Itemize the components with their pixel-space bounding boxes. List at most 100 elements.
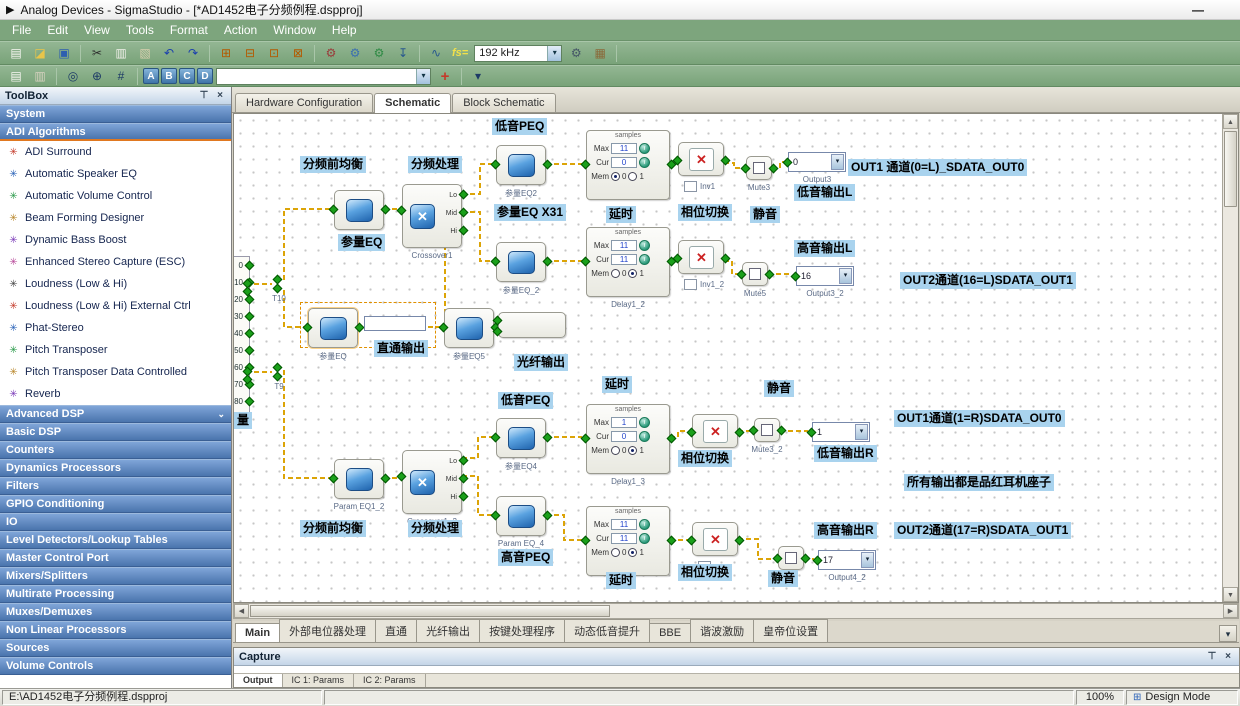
toolbox-section-system[interactable]: System bbox=[0, 105, 231, 123]
toolbox-section-muxes-demuxes[interactable]: Muxes/Demuxes bbox=[0, 603, 231, 621]
toolbox-item-enhanced-stereo-capture-esc[interactable]: ✳Enhanced Stereo Capture (ESC) bbox=[0, 251, 231, 273]
delay-cur-value[interactable]: 11 bbox=[611, 254, 637, 265]
info-icon[interactable]: i bbox=[639, 143, 650, 154]
tee-junction[interactable]: T9 bbox=[274, 364, 284, 382]
delay-block[interactable]: samplesMax1iCur0iMem01Delay1_3 bbox=[586, 404, 670, 474]
output-channel-select[interactable]: 17▾Output4_2 bbox=[818, 550, 876, 570]
settings-icon[interactable]: ⚙ bbox=[565, 44, 587, 63]
pin-panel-icon[interactable]: ⊤ bbox=[1206, 651, 1218, 662]
toolbox-section-advanced-dsp[interactable]: Advanced DSP⌄ bbox=[0, 405, 231, 423]
save-project-icon[interactable]: ▣ bbox=[53, 44, 75, 63]
toolbox-section-adi-algorithms[interactable]: ADI Algorithms bbox=[0, 123, 231, 141]
schematic-label[interactable]: OUT1 通道(0=L)_SDATA_OUT0 bbox=[848, 159, 1027, 176]
capture-tab-ic-1-params[interactable]: IC 1: Params bbox=[283, 674, 355, 687]
mem-radio-0[interactable] bbox=[611, 548, 620, 557]
schematic-label[interactable]: OUT2通道(17=R)SDATA_OUT1 bbox=[894, 522, 1071, 539]
toolbox-item-pitch-transposer[interactable]: ✳Pitch Transposer bbox=[0, 339, 231, 361]
menu-item-file[interactable]: File bbox=[4, 21, 39, 39]
new-schematic-icon[interactable]: ▤ bbox=[5, 67, 27, 86]
close-panel-icon[interactable]: × bbox=[214, 90, 226, 101]
tab-schematic[interactable]: Schematic bbox=[374, 93, 451, 113]
schematic-label[interactable]: 分频前均衡 bbox=[300, 156, 366, 173]
tab-hardware-configuration[interactable]: Hardware Configuration bbox=[235, 93, 373, 112]
sheet-tab-item-7[interactable]: 谐波激励 bbox=[690, 619, 754, 642]
block-filter-select[interactable]: ▾ bbox=[216, 68, 431, 85]
capture-tab-ic-2-params[interactable]: IC 2: Params bbox=[354, 674, 426, 687]
dropdown-arrow-icon[interactable]: ▾ bbox=[839, 268, 852, 284]
menu-item-window[interactable]: Window bbox=[265, 21, 324, 39]
delay-max-value[interactable]: 11 bbox=[611, 143, 637, 154]
toolbox-item-loudness-low-hi-external-ctrl[interactable]: ✳Loudness (Low & Hi) External Ctrl bbox=[0, 295, 231, 317]
toolbox-section-volume-controls[interactable]: Volume Controls bbox=[0, 657, 231, 675]
info-icon[interactable]: i bbox=[639, 254, 650, 265]
menu-item-tools[interactable]: Tools bbox=[118, 21, 162, 39]
info-icon[interactable]: i bbox=[639, 240, 650, 251]
toolbox-item-automatic-volume-control[interactable]: ✳Automatic Volume Control bbox=[0, 185, 231, 207]
output-channel-select[interactable]: 16▾Output3_2 bbox=[796, 266, 854, 286]
dropdown-arrow-icon[interactable]: ▾ bbox=[831, 154, 844, 170]
sheet-tab-item-5[interactable]: 动态低音提升 bbox=[564, 619, 650, 642]
scroll-left-icon[interactable]: ◀ bbox=[234, 604, 249, 618]
crossover-block[interactable]: ✕LoMidHiCrossover1 bbox=[402, 184, 462, 248]
capture-panel-icon[interactable]: ⊠ bbox=[287, 44, 309, 63]
eq-block[interactable]: 参量EQ_2 bbox=[496, 242, 546, 282]
schematic-drawing-area[interactable]: 低音PEQ分频前均衡分频处理参量EQ X31延时相位切换静音低音输出LOUT1 … bbox=[234, 114, 1222, 602]
wire[interactable] bbox=[284, 209, 330, 280]
open-project-icon[interactable]: ◪ bbox=[29, 44, 51, 63]
toolbox-item-adi-surround[interactable]: ✳ADI Surround bbox=[0, 141, 231, 163]
eq-block[interactable]: Param EQ_4 bbox=[496, 496, 546, 536]
phase-invert-block[interactable]: ✕Inv1 bbox=[678, 142, 724, 176]
sample-rate-select[interactable]: 192 kHz▾ bbox=[474, 45, 562, 62]
paste-icon[interactable]: ▧ bbox=[134, 44, 156, 63]
toolbox-panel-icon[interactable]: ⊞ bbox=[215, 44, 237, 63]
info-icon[interactable]: i bbox=[639, 417, 650, 428]
capture-tab-output[interactable]: Output bbox=[234, 674, 283, 687]
dropdown-arrow-icon[interactable]: ▾ bbox=[855, 424, 868, 440]
toolbox-item-automatic-speaker-eq[interactable]: ✳Automatic Speaker EQ bbox=[0, 163, 231, 185]
phase-invert-block[interactable]: ✕Inv1_2 bbox=[678, 240, 724, 274]
schematic-label[interactable]: 低音PEQ bbox=[492, 118, 547, 135]
vertical-scrollbar-thumb[interactable] bbox=[1224, 131, 1237, 207]
schematic-label[interactable]: 相位切换 bbox=[678, 450, 732, 467]
eq-block[interactable]: 参量EQ4 bbox=[496, 418, 546, 458]
schematic-label[interactable]: 低音输出R bbox=[814, 445, 877, 462]
more-dropdown-icon[interactable]: ▾ bbox=[467, 67, 489, 86]
toolbox-item-dynamic-bass-boost[interactable]: ✳Dynamic Bass Boost bbox=[0, 229, 231, 251]
wire[interactable] bbox=[462, 437, 492, 458]
schematic-label[interactable]: 低音PEQ bbox=[498, 392, 553, 409]
sheet-tab-item-4[interactable]: 按键处理程序 bbox=[479, 619, 565, 642]
probe-icon[interactable]: ∿ bbox=[425, 44, 447, 63]
optical-out-block[interactable] bbox=[498, 312, 566, 338]
schematic-label[interactable]: 量 bbox=[234, 412, 252, 429]
toolbox-section-sources[interactable]: Sources bbox=[0, 639, 231, 657]
wire-text-box[interactable] bbox=[364, 316, 426, 331]
tab-list-dropdown-icon[interactable]: ▾ bbox=[1219, 625, 1237, 642]
sheet-tab-item-3[interactable]: 光纤输出 bbox=[416, 619, 480, 642]
schematic-label[interactable]: 延时 bbox=[606, 572, 636, 589]
schematic-label[interactable]: 延时 bbox=[606, 206, 636, 223]
tee-junction[interactable]: T10 bbox=[274, 276, 284, 294]
toolbox-section-filters[interactable]: Filters bbox=[0, 477, 231, 495]
info-icon[interactable]: i bbox=[639, 519, 650, 530]
toolbox-item-beam-forming-designer[interactable]: ✳Beam Forming Designer bbox=[0, 207, 231, 229]
export-system-files-icon[interactable]: ↧ bbox=[392, 44, 414, 63]
delay-cur-value[interactable]: 11 bbox=[611, 533, 637, 544]
eq-block[interactable]: 参量EQ5 bbox=[444, 308, 494, 348]
delay-max-value[interactable]: 1 bbox=[611, 417, 637, 428]
delay-cur-value[interactable]: 0 bbox=[611, 157, 637, 168]
wire[interactable] bbox=[724, 261, 738, 274]
mem-radio-0[interactable] bbox=[611, 172, 620, 181]
mem-radio-0[interactable] bbox=[611, 269, 620, 278]
schematic-label[interactable]: 分频处理 bbox=[408, 156, 462, 173]
schematic-label[interactable]: 延时 bbox=[602, 376, 632, 393]
schematic-label[interactable]: OUT2通道(16=L)SDATA_OUT1 bbox=[900, 272, 1076, 289]
delay-block[interactable]: samplesMax11iCur11iMem01 bbox=[586, 506, 670, 576]
dropdown-arrow-icon[interactable]: ▾ bbox=[861, 552, 874, 568]
toolbox-item-pitch-transposer-data-controlled[interactable]: ✳Pitch Transposer Data Controlled bbox=[0, 361, 231, 383]
schematic-label[interactable]: 所有输出都是品红耳机座子 bbox=[904, 474, 1054, 491]
schematic-label[interactable]: OUT1通道(1=R)SDATA_OUT0 bbox=[894, 410, 1065, 427]
new-project-icon[interactable]: ▤ bbox=[5, 44, 27, 63]
schematic-canvas[interactable]: 低音PEQ分频前均衡分频处理参量EQ X31延时相位切换静音低音输出LOUT1 … bbox=[233, 113, 1239, 603]
undo-icon[interactable]: ↶ bbox=[158, 44, 180, 63]
add-item-button[interactable]: + bbox=[434, 67, 456, 86]
